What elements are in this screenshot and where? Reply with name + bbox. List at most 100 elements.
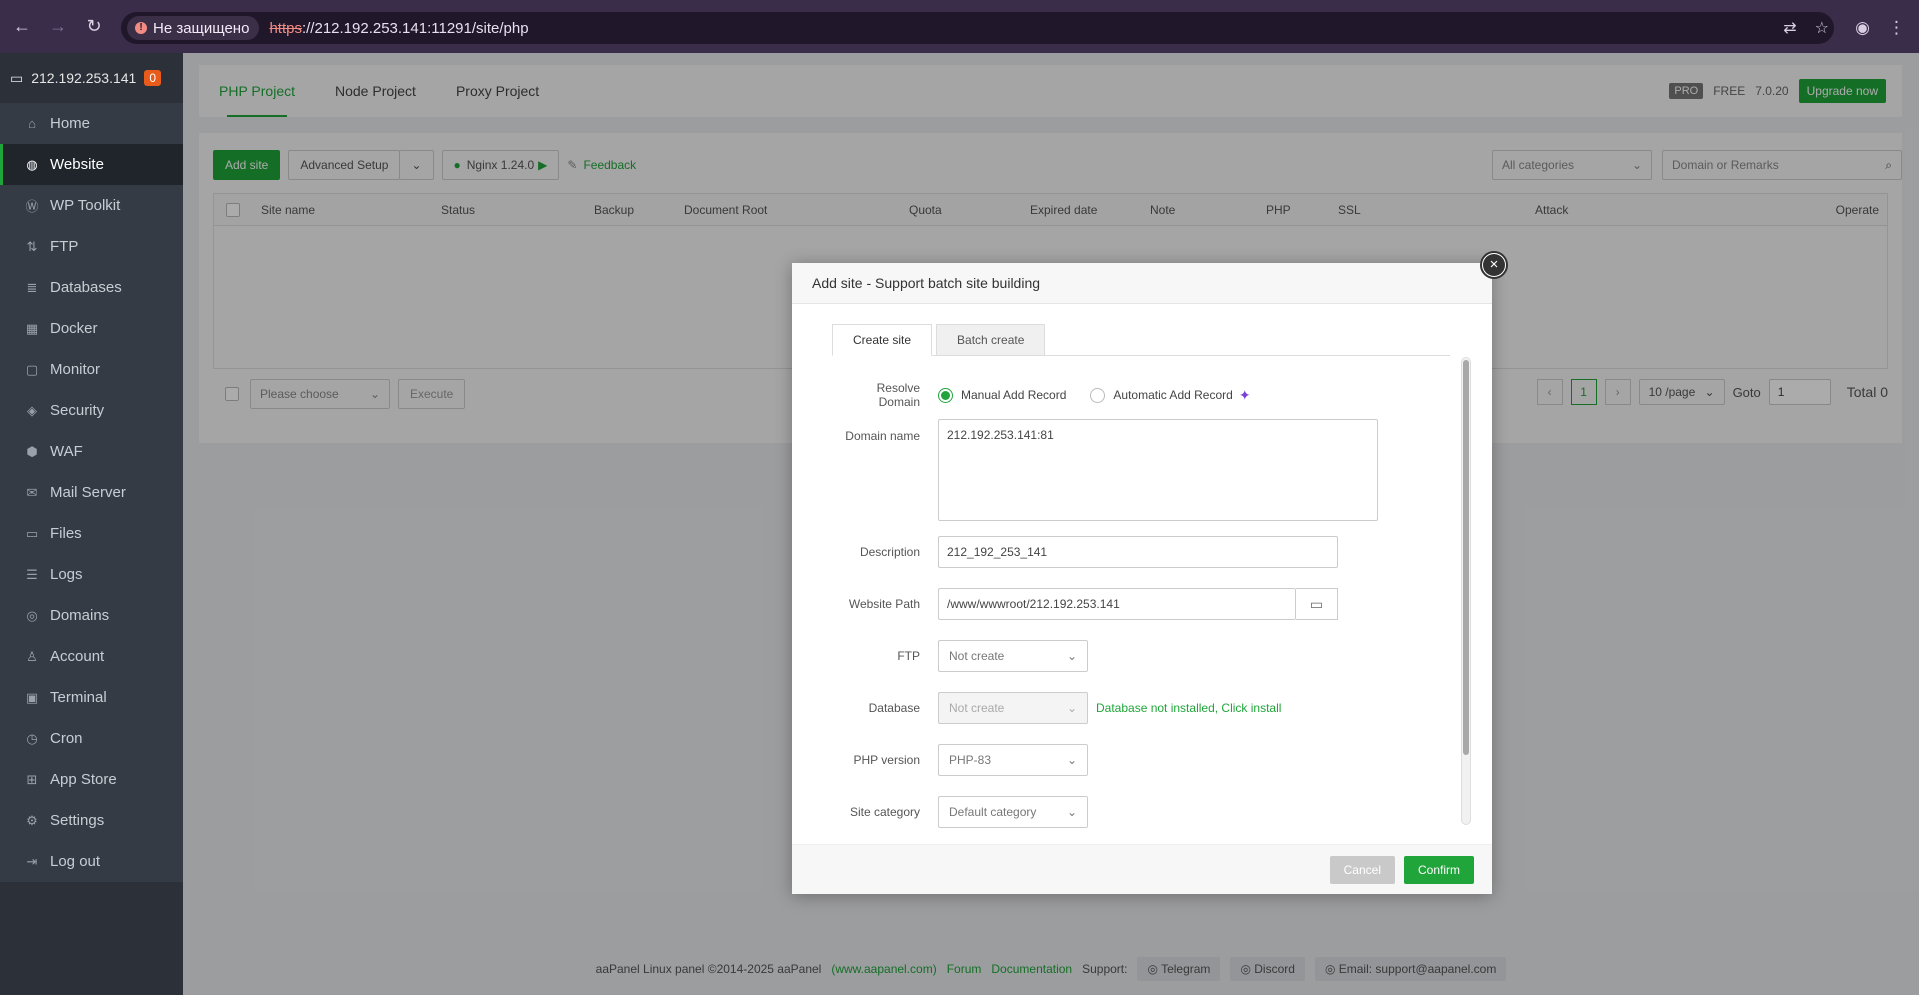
translate-icon[interactable]: ⇄ bbox=[1783, 18, 1796, 38]
description-input[interactable]: 212_192_253_141 bbox=[938, 536, 1338, 568]
resolve-domain-label: Resolve Domain bbox=[876, 381, 920, 409]
star-icon[interactable]: ☆ bbox=[1815, 18, 1829, 38]
tab-create-site[interactable]: Create site bbox=[832, 324, 933, 356]
domain-name-textarea[interactable]: 212.192.253.141:81 bbox=[938, 419, 1378, 521]
tab-batch-create[interactable]: Batch create bbox=[936, 324, 1046, 356]
sidebar-item-cron[interactable]: ◷ Cron bbox=[0, 718, 183, 759]
sidebar-item-log-out[interactable]: ⇥ Log out bbox=[0, 841, 183, 882]
modal-overlay[interactable]: Add site - Support batch site building ×… bbox=[183, 53, 1919, 995]
docker-icon: ▦ bbox=[25, 320, 39, 336]
folder-icon[interactable]: ▭ bbox=[1296, 588, 1338, 620]
reload-icon[interactable]: ↻ bbox=[80, 13, 108, 41]
server-host: 212.192.253.141 bbox=[31, 70, 137, 86]
address-bar[interactable]: ! Не защищено https://212.192.253.141:11… bbox=[121, 12, 1834, 44]
database-select: Not create ⌄ bbox=[938, 692, 1088, 724]
sidebar-item-security[interactable]: ◈ Security bbox=[0, 390, 183, 431]
browser-toolbar: ← → ↻ ! Не защищено https://212.192.253.… bbox=[0, 0, 1919, 53]
dialog-title: Add site - Support batch site building bbox=[792, 263, 1492, 304]
sparkle-icon: ✦ bbox=[1238, 386, 1251, 403]
sidebar-item-home[interactable]: ⌂ Home bbox=[0, 103, 183, 144]
sidebar-item-label: Mail Server bbox=[50, 484, 126, 501]
user-icon: ♙ bbox=[26, 648, 38, 664]
sidebar-item-logs[interactable]: ☰ Logs bbox=[0, 554, 183, 595]
sidebar-menu: ⌂ Home ◍ Website Ⓦ WP Toolkit ⇅ FTP ≣ Databases ▦ D… bbox=[0, 103, 183, 882]
site-category-select[interactable]: Default category ⌄ bbox=[938, 796, 1088, 828]
php-version-select[interactable]: PHP-83 ⌄ bbox=[938, 744, 1088, 776]
database-icon: ≣ bbox=[26, 279, 38, 295]
confirm-button[interactable]: Confirm bbox=[1403, 856, 1474, 884]
wordpress-icon: Ⓦ bbox=[25, 199, 39, 214]
website-path-input[interactable]: /www/wwwroot/212.192.253.141 bbox=[938, 588, 1296, 620]
database-label: Database bbox=[868, 701, 920, 715]
sidebar-item-label: Logs bbox=[50, 566, 83, 583]
close-button[interactable]: × bbox=[1480, 251, 1508, 279]
sidebar-header: ▭ 212.192.253.141 0 bbox=[0, 53, 183, 103]
chevron-down-icon: ⌄ bbox=[1066, 701, 1077, 715]
sidebar-item-settings[interactable]: ⚙ Settings bbox=[0, 800, 183, 841]
sidebar-item-ftp[interactable]: ⇅ FTP bbox=[0, 226, 183, 267]
server-icon: ▭ bbox=[10, 69, 24, 86]
clock-icon: ◷ bbox=[26, 730, 38, 746]
sidebar-item-label: Docker bbox=[50, 320, 98, 337]
menu-icon[interactable]: ⋮ bbox=[1888, 18, 1905, 38]
install-database-link[interactable]: Database not installed, Click install bbox=[1096, 701, 1281, 715]
sidebar-item-account[interactable]: ♙ Account bbox=[0, 636, 183, 677]
sidebar-item-label: Databases bbox=[50, 279, 122, 296]
globe-icon: ◍ bbox=[26, 156, 38, 172]
ftp-select[interactable]: Not create ⌄ bbox=[938, 640, 1088, 672]
sidebar-item-website[interactable]: ◍ Website bbox=[0, 144, 183, 185]
security-chip[interactable]: ! Не защищено bbox=[127, 16, 260, 40]
url-text[interactable]: https://212.192.253.141:11291/site/php bbox=[269, 20, 528, 37]
warning-icon: ! bbox=[135, 22, 147, 34]
create-site-form: Resolve Domain Manual Add Record Automat… bbox=[832, 373, 1442, 833]
sidebar-item-databases[interactable]: ≣ Databases bbox=[0, 267, 183, 308]
sidebar-item-label: Files bbox=[50, 525, 82, 542]
dialog-tabs: Create site Batch create bbox=[832, 324, 1450, 356]
sidebar: ▭ 212.192.253.141 0 ⌂ Home ◍ Website Ⓦ WP Too… bbox=[0, 53, 183, 995]
logout-icon: ⇥ bbox=[26, 853, 38, 869]
sidebar-item-label: Home bbox=[50, 115, 91, 132]
sidebar-item-wp-toolkit[interactable]: Ⓦ WP Toolkit bbox=[0, 185, 183, 226]
automatic-record-label[interactable]: Automatic Add Record bbox=[1113, 388, 1232, 402]
forward-icon[interactable]: → bbox=[44, 13, 72, 41]
gear-icon: ⚙ bbox=[26, 812, 38, 828]
cancel-button[interactable]: Cancel bbox=[1329, 856, 1395, 884]
notification-badge[interactable]: 0 bbox=[144, 70, 162, 86]
sidebar-item-label: Log out bbox=[50, 853, 101, 870]
form-scrollbar[interactable] bbox=[1461, 357, 1471, 825]
domain-name-label: Domain name bbox=[845, 429, 920, 443]
sidebar-item-mail-server[interactable]: ✉ Mail Server bbox=[0, 472, 183, 513]
waf-icon: ⬢ bbox=[26, 443, 38, 459]
sidebar-item-label: Account bbox=[50, 648, 105, 665]
grid-icon: ⊞ bbox=[26, 771, 38, 787]
sidebar-item-docker[interactable]: ▦ Docker bbox=[0, 308, 183, 349]
back-icon[interactable]: ← bbox=[8, 13, 36, 41]
sidebar-item-terminal[interactable]: ▣ Terminal bbox=[0, 677, 183, 718]
sidebar-item-monitor[interactable]: ▢ Monitor bbox=[0, 349, 183, 390]
sidebar-item-label: WAF bbox=[50, 443, 83, 460]
sidebar-item-label: Domains bbox=[50, 607, 110, 624]
close-icon: × bbox=[1483, 254, 1505, 276]
sidebar-item-label: WP Toolkit bbox=[50, 197, 121, 214]
scrollbar-thumb[interactable] bbox=[1463, 360, 1469, 755]
sidebar-item-label: FTP bbox=[50, 238, 79, 255]
sidebar-item-app-store[interactable]: ⊞ App Store bbox=[0, 759, 183, 800]
terminal-icon: ▣ bbox=[25, 689, 39, 705]
sidebar-item-waf[interactable]: ⬢ WAF bbox=[0, 431, 183, 472]
sidebar-item-label: Monitor bbox=[50, 361, 101, 378]
ftp-label: FTP bbox=[897, 649, 920, 663]
sidebar-item-label: Terminal bbox=[50, 689, 107, 706]
automatic-record-radio[interactable] bbox=[1090, 387, 1106, 403]
sidebar-item-domains[interactable]: ◎ Domains bbox=[0, 595, 183, 636]
manual-record-label[interactable]: Manual Add Record bbox=[961, 388, 1066, 402]
manual-record-radio[interactable] bbox=[938, 387, 953, 403]
sidebar-item-label: Security bbox=[50, 402, 105, 419]
ftp-icon: ⇅ bbox=[26, 238, 38, 254]
monitor-icon: ▢ bbox=[25, 361, 39, 377]
sidebar-item-label: Cron bbox=[50, 730, 83, 747]
domains-icon: ◎ bbox=[26, 607, 38, 623]
add-site-dialog: Add site - Support batch site building ×… bbox=[792, 251, 1508, 894]
shield-icon: ◈ bbox=[27, 402, 37, 418]
profile-icon[interactable]: ◉ bbox=[1855, 18, 1870, 38]
sidebar-item-files[interactable]: ▭ Files bbox=[0, 513, 183, 554]
